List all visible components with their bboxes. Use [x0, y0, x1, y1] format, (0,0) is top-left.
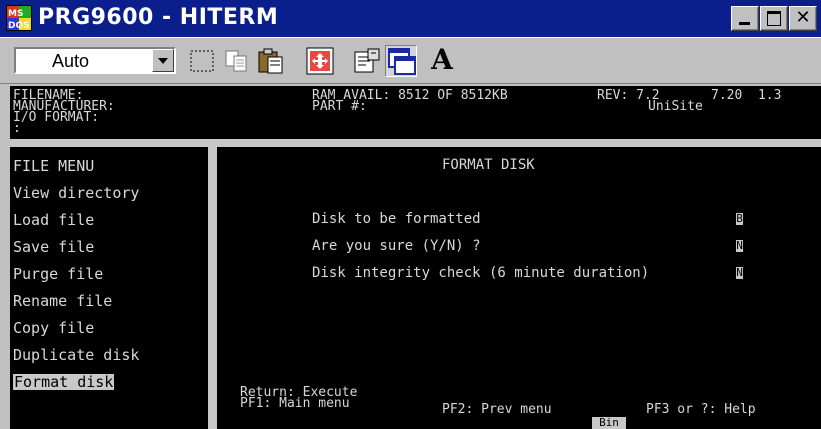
mark-icon	[190, 50, 214, 72]
pf2-hint: PF2: Prev menu	[442, 402, 552, 417]
header-colon: :	[13, 121, 21, 136]
copy-icon	[225, 50, 247, 72]
part-number-label: PART #:	[312, 99, 367, 114]
disk-to-format-field[interactable]: B	[736, 213, 743, 225]
are-you-sure-field[interactable]: N	[736, 240, 743, 252]
chevron-down-icon[interactable]	[152, 49, 174, 72]
properties-icon	[354, 48, 380, 73]
menu-item-view-directory[interactable]: View directory	[13, 185, 139, 201]
revision-values: 7.20 1.3	[711, 88, 782, 103]
fullscreen-button[interactable]	[304, 45, 336, 77]
pf1-hint: PF1: Main menu	[240, 396, 350, 411]
svg-text:DOS: DOS	[8, 21, 30, 31]
status-badge: Bin	[592, 417, 626, 429]
maximize-button[interactable]	[760, 6, 788, 31]
font-size-select[interactable]: Auto	[14, 47, 176, 74]
title-bar[interactable]: MS DOS PRG9600 - HITERM ✕	[0, 0, 821, 37]
menu-item-load-file[interactable]: Load file	[13, 212, 94, 228]
prompt-disk-to-format: Disk to be formatted	[312, 211, 481, 227]
mark-button[interactable]	[186, 45, 218, 77]
background-button[interactable]	[385, 45, 417, 77]
prompt-integrity-check: Disk integrity check (6 minute duration)	[312, 265, 650, 281]
menu-item-rename-file[interactable]: Rename file	[13, 293, 112, 309]
svg-text:MS: MS	[8, 9, 23, 19]
paste-button[interactable]	[255, 45, 287, 77]
close-button[interactable]: ✕	[789, 6, 817, 31]
window-title: PRG9600 - HITERM	[38, 5, 279, 30]
menu-item-copy-file[interactable]: Copy file	[13, 320, 94, 336]
integrity-check-field[interactable]: N	[736, 267, 743, 279]
properties-button[interactable]	[351, 45, 383, 77]
menu-item-save-file[interactable]: Save file	[13, 239, 94, 255]
font-size-select-value: Auto	[52, 51, 90, 71]
header-io-format-label: I/O FORMAT:	[13, 110, 100, 125]
format-disk-title: FORMAT DISK	[442, 157, 535, 173]
minimize-button[interactable]	[731, 6, 759, 31]
window-controls: ✕	[730, 6, 817, 31]
pf3-hint: PF3 or ?: Help	[646, 402, 756, 417]
copy-button[interactable]	[221, 45, 253, 77]
site-name: UniSite	[648, 99, 703, 114]
menu-item-format-disk[interactable]: Format disk	[13, 374, 115, 390]
header-divider	[10, 139, 821, 147]
background-icon	[388, 48, 416, 75]
prompt-are-you-sure: Are you sure (Y/N) ?	[312, 238, 481, 254]
menu-item-purge-file[interactable]: Purge file	[13, 266, 103, 282]
toolbar: Auto A	[0, 37, 821, 84]
paste-icon	[258, 48, 283, 74]
menu-divider	[208, 147, 217, 429]
terminal-screen[interactable]: FILENAME: MANUFACTURER: I/O FORMAT: : RA…	[10, 86, 821, 429]
file-menu-title: FILE MENU	[13, 157, 95, 175]
fullscreen-icon	[306, 47, 334, 75]
font-button[interactable]: A	[426, 45, 458, 77]
ms-dos-icon: MS DOS	[6, 5, 32, 31]
menu-item-duplicate-disk[interactable]: Duplicate disk	[13, 347, 139, 363]
